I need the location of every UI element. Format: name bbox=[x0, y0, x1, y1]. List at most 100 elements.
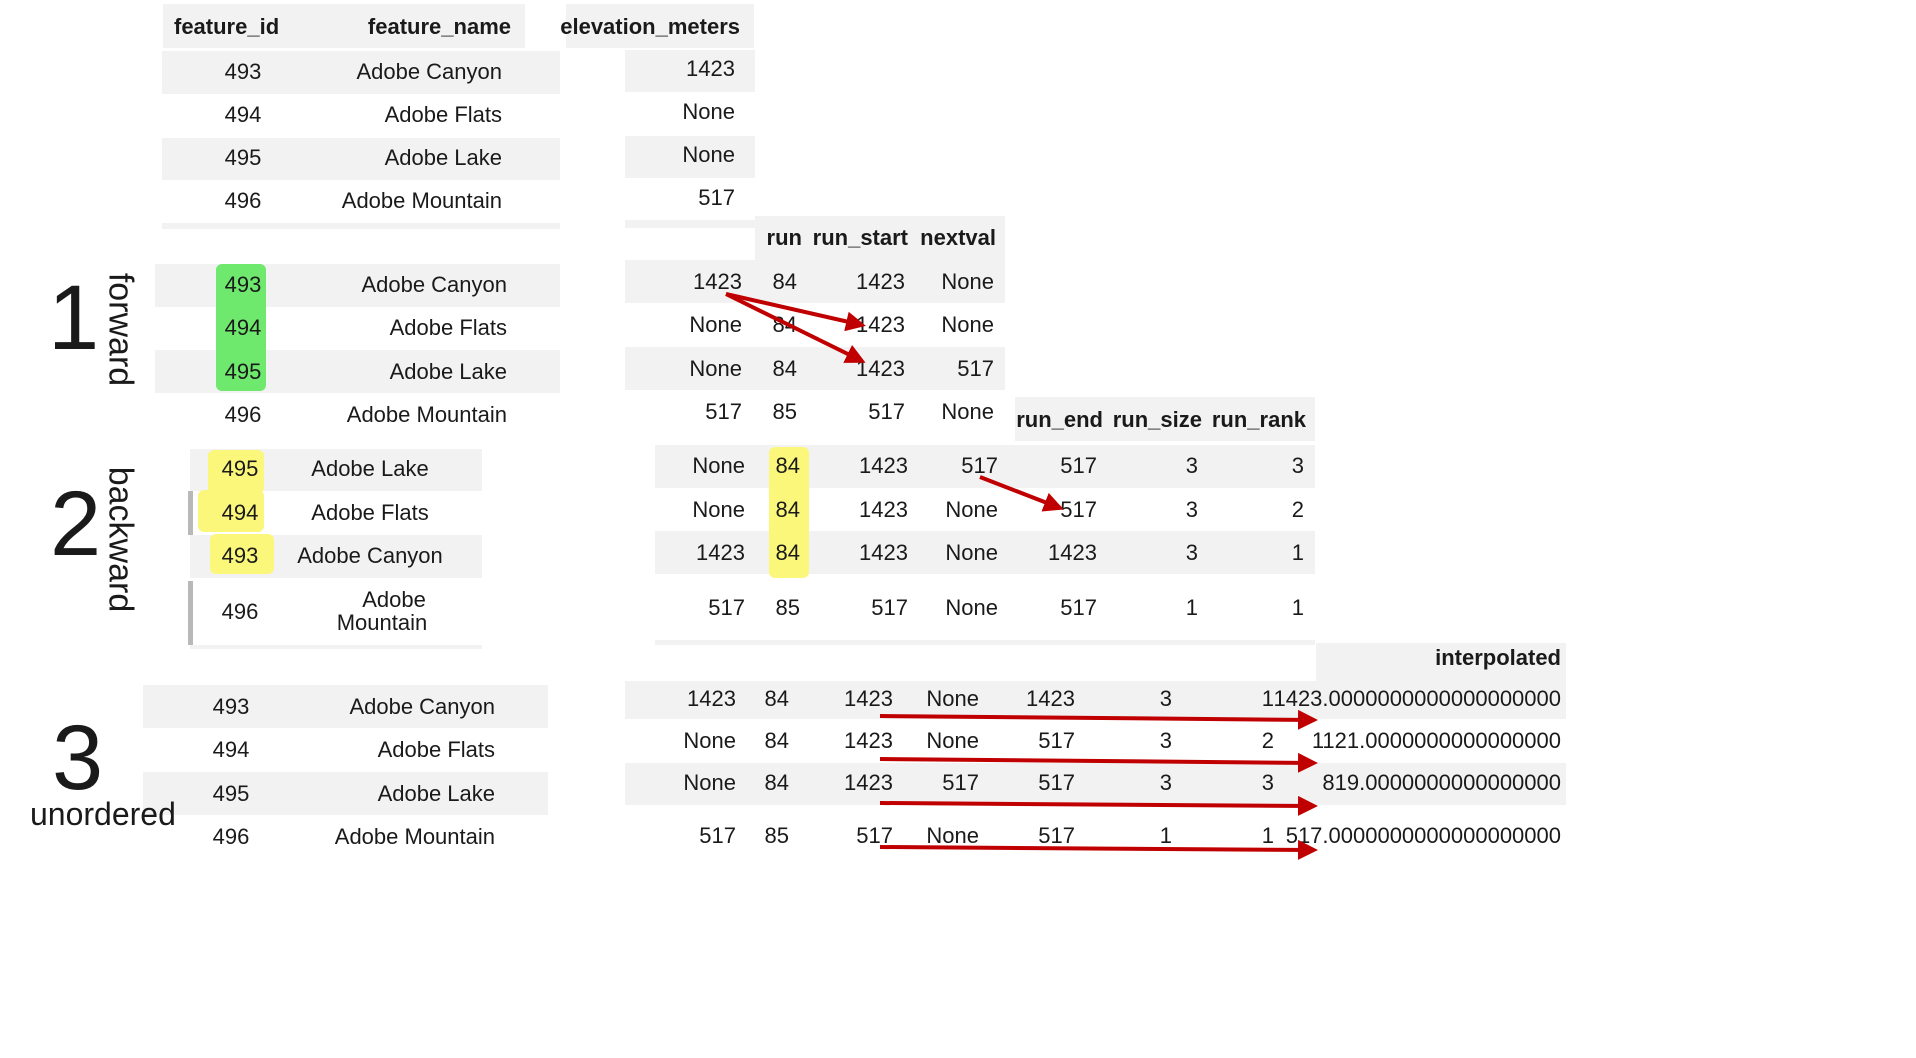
bwd-run-start: 1423 bbox=[859, 453, 908, 478]
fwd-run-start: 1423 bbox=[856, 269, 905, 294]
header-run-end: run_end bbox=[1016, 407, 1103, 432]
bwd-run-end: 517 bbox=[1060, 497, 1097, 522]
fwd-feature-name: Adobe Lake bbox=[389, 359, 507, 384]
fwd-feature-name: Adobe Flats bbox=[389, 315, 507, 340]
un-elevation: None bbox=[683, 770, 736, 795]
bwd-run: 84 bbox=[775, 453, 800, 478]
bwd-run-start: 1423 bbox=[859, 540, 908, 565]
un-interpolated: 819.0000000000000000 bbox=[1322, 770, 1561, 795]
t0-row-band-4 bbox=[162, 223, 560, 229]
fwd-elevation: 1423 bbox=[693, 269, 742, 294]
un-feature-name: Adobe Canyon bbox=[349, 694, 495, 719]
bwd-elevation: 1423 bbox=[696, 540, 745, 565]
un-nextval: None bbox=[926, 728, 979, 753]
bwd-run-end: 517 bbox=[1060, 595, 1097, 620]
bwd-run-start: 517 bbox=[871, 595, 908, 620]
bwd-feature-name: Adobe Flats bbox=[311, 500, 429, 525]
un-run-start: 517 bbox=[856, 823, 893, 848]
t0-feature-id: 494 bbox=[224, 102, 262, 127]
un-run-size: 3 bbox=[1159, 686, 1172, 711]
fwd-feature-id: 494 bbox=[224, 315, 262, 340]
un-elevation: 1423 bbox=[687, 686, 736, 711]
bwd-run-size: 3 bbox=[1185, 497, 1198, 522]
t0-elev-band-4 bbox=[625, 220, 755, 228]
un-feature-id: 494 bbox=[212, 737, 250, 762]
header-run-size: run_size bbox=[1112, 407, 1202, 432]
header-feature-name: feature_name bbox=[367, 14, 511, 39]
un-run-rank: 2 bbox=[1261, 728, 1274, 753]
bwd-run-size: 3 bbox=[1185, 453, 1198, 478]
bwd-run-rank: 3 bbox=[1291, 453, 1304, 478]
header-elevation-meters: elevation_meters bbox=[560, 14, 740, 39]
fwd-run: 84 bbox=[772, 312, 797, 337]
t0-elevation: 1423 bbox=[686, 56, 735, 81]
un-interpolated: 517.0000000000000000000 bbox=[1285, 823, 1561, 848]
t0-elevation: None bbox=[682, 99, 735, 124]
un-run: 84 bbox=[764, 728, 789, 753]
bwd-feature-name-line2: Mountain bbox=[336, 610, 428, 635]
un-nextval: None bbox=[926, 823, 979, 848]
fwd-run: 84 bbox=[772, 269, 797, 294]
bwd-run-size: 3 bbox=[1185, 540, 1198, 565]
un-run-size: 3 bbox=[1159, 770, 1172, 795]
bwd-run-end: 517 bbox=[1060, 453, 1097, 478]
fwd-run: 85 bbox=[772, 399, 797, 424]
header-interpolated: interpolated bbox=[1435, 645, 1561, 670]
fwd-elevation: 517 bbox=[705, 399, 742, 424]
un-run-rank: 1 bbox=[1261, 823, 1274, 848]
header-run: run bbox=[766, 225, 802, 250]
fwd-run-start: 1423 bbox=[856, 312, 905, 337]
header-nextval: nextval bbox=[920, 225, 996, 250]
bwd-nextval: 517 bbox=[961, 453, 998, 478]
un-run-end: 517 bbox=[1038, 728, 1075, 753]
bwd-run-rank: 1 bbox=[1291, 540, 1304, 565]
fwd-feature-id: 495 bbox=[224, 359, 262, 384]
t0-feature-id: 495 bbox=[224, 145, 262, 170]
bwd-nextval: None bbox=[945, 497, 998, 522]
bwd-elevation: None bbox=[692, 453, 745, 478]
t0-elevation: None bbox=[682, 142, 735, 167]
fwd-elevation: None bbox=[689, 312, 742, 337]
un-run: 84 bbox=[764, 770, 789, 795]
bwd-run-size: 1 bbox=[1185, 595, 1198, 620]
t0-feature-name: Adobe Lake bbox=[384, 145, 502, 170]
un-run-start: 1423 bbox=[844, 770, 893, 795]
un-feature-name: Adobe Lake bbox=[377, 781, 495, 806]
un-run-rank: 1 bbox=[1261, 686, 1274, 711]
un-run-size: 3 bbox=[1159, 728, 1172, 753]
bwd-feature-name: Adobe Canyon bbox=[297, 543, 443, 568]
fwd-feature-name: Adobe Mountain bbox=[346, 402, 507, 427]
bwd-run-rank: 2 bbox=[1291, 497, 1304, 522]
bwd-feature-name-line1: Adobe bbox=[362, 587, 426, 612]
bwd-nextval: None bbox=[945, 595, 998, 620]
bwd-run: 84 bbox=[775, 497, 800, 522]
bwd-run-end: 1423 bbox=[1048, 540, 1097, 565]
un-run-rank: 3 bbox=[1261, 770, 1274, 795]
diagram-canvas: 1 forward 2 backward 3 unordered feature_id fea… bbox=[0, 0, 1916, 1058]
fwd-nextval: None bbox=[941, 269, 994, 294]
fwd-elevation: None bbox=[689, 356, 742, 381]
bwd-nextval: None bbox=[945, 540, 998, 565]
bwd-run: 85 bbox=[775, 595, 800, 620]
fwd-nextval: None bbox=[941, 312, 994, 337]
fwd-feature-name: Adobe Canyon bbox=[361, 272, 507, 297]
fwd-run-start: 1423 bbox=[856, 356, 905, 381]
bwd-row-band-5 bbox=[190, 645, 482, 649]
fwd-run-start: 517 bbox=[868, 399, 905, 424]
un-interpolated: 1121.0000000000000000 bbox=[1311, 728, 1561, 753]
header-run-start: run_start bbox=[812, 225, 908, 250]
un-run-start: 1423 bbox=[844, 728, 893, 753]
bwd-run-rank: 1 bbox=[1291, 595, 1304, 620]
bwd-run: 84 bbox=[775, 540, 800, 565]
un-elevation: 517 bbox=[699, 823, 736, 848]
un-elevation: None bbox=[683, 728, 736, 753]
bwd-elevation: None bbox=[692, 497, 745, 522]
fwd-nextval: 517 bbox=[957, 356, 994, 381]
un-run-end: 1423 bbox=[1026, 686, 1075, 711]
un-feature-name: Adobe Mountain bbox=[334, 824, 495, 849]
un-run-size: 1 bbox=[1159, 823, 1172, 848]
un-run: 85 bbox=[764, 823, 789, 848]
bwd-run-start: 1423 bbox=[859, 497, 908, 522]
un-run-start: 1423 bbox=[844, 686, 893, 711]
bwd-elevation: 517 bbox=[708, 595, 745, 620]
